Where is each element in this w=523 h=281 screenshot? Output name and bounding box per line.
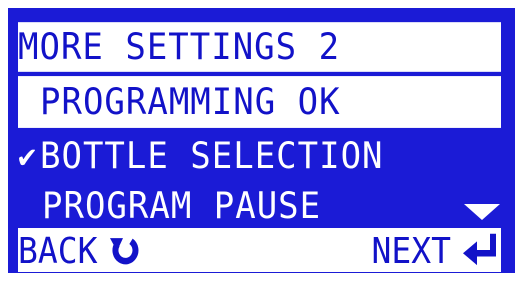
footer-bar: BACK NEXT [18,228,501,272]
checkmark-icon: ✔ [18,137,38,175]
menu-item-label: BOTTLE SELECTION [40,134,384,178]
scroll-down-icon [464,204,500,220]
enter-arrow-icon [463,233,496,266]
next-button[interactable]: NEXT [372,226,501,274]
menu-item-label: PROGRAMMING OK [40,80,341,124]
menu-item-label: PROGRAM PAUSE [42,184,322,228]
lcd-screen: MORE SETTINGS 2 PROGRAMMING OK ✔ BOTTLE … [8,8,515,273]
menu-title-text: MORE SETTINGS 2 [18,25,341,69]
next-label: NEXT [371,228,451,272]
menu-item-programming-ok[interactable]: PROGRAMMING OK [18,76,501,128]
back-button[interactable]: BACK [18,226,141,274]
menu-item-bottle-selection[interactable]: ✔ BOTTLE SELECTION [18,128,515,184]
back-label: BACK [18,228,98,272]
menu-title: MORE SETTINGS 2 [18,22,501,72]
back-arrow-icon [110,238,139,265]
